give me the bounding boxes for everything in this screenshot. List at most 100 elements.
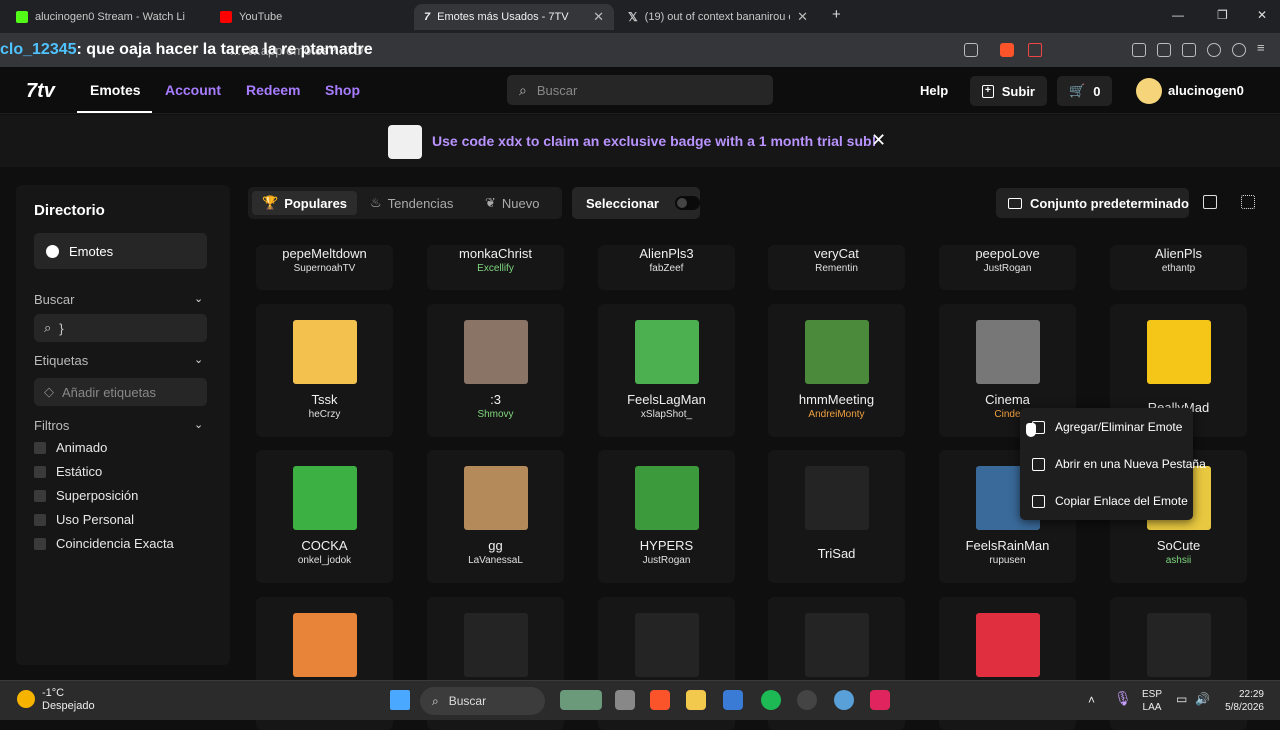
file-explorer-icon[interactable] <box>686 690 706 710</box>
username[interactable]: alucinogen0 <box>1168 83 1244 98</box>
minimize-icon[interactable]: — <box>1172 8 1184 22</box>
microphone-icon[interactable]: 🎙 <box>1114 690 1132 707</box>
filter-overlay[interactable]: Superposición <box>34 488 138 503</box>
emote-image <box>805 466 869 530</box>
language-indicator[interactable]: ESP LAA <box>1142 688 1162 714</box>
weather-moon-icon[interactable] <box>17 690 35 708</box>
tab-new[interactable]: ❦ Nuevo <box>475 191 549 215</box>
tiktok-icon[interactable] <box>870 690 890 710</box>
filter-animated[interactable]: Animado <box>34 440 107 455</box>
maximize-icon[interactable]: ❐ <box>1217 8 1228 22</box>
help-link[interactable]: Help <box>920 83 948 98</box>
emote-card[interactable]: AlienPls3 fabZeef <box>598 245 735 290</box>
brave-rewards-icon[interactable] <box>1028 43 1042 57</box>
tab-x[interactable]: 𝕏 (19) out of context bananirou en X: ✕ <box>618 4 818 30</box>
close-window-icon[interactable]: ✕ <box>1257 8 1267 22</box>
avatar[interactable] <box>1136 78 1162 104</box>
smiley-icon <box>46 244 59 258</box>
emote-card[interactable]: TriSad <box>768 450 905 583</box>
task-view-icon[interactable] <box>615 690 635 710</box>
upload-button[interactable]: + Subir <box>970 76 1047 106</box>
emote-name: pepeMeltdown <box>282 246 367 261</box>
emote-card[interactable]: pepeMeltdown SupernoahTV <box>256 245 393 290</box>
network-icon[interactable]: ▭ <box>1176 692 1187 706</box>
emote-card[interactable]: HYPERS JustRogan <box>598 450 735 583</box>
emote-card[interactable]: AlienPls ethantp <box>1110 245 1247 290</box>
select-toggle-button[interactable]: Seleccionar <box>572 187 700 219</box>
7tv-logo[interactable]: 7tv <box>26 80 55 103</box>
context-menu-open-new-tab[interactable]: Abrir en una Nueva Pestaña <box>1032 457 1206 471</box>
chevron-down-icon[interactable]: ⌄ <box>194 353 203 366</box>
checkbox[interactable] <box>34 441 46 454</box>
large-grid-icon[interactable] <box>1203 195 1217 209</box>
brave-shield-icon[interactable] <box>1000 43 1014 57</box>
small-grid-icon[interactable] <box>1241 195 1255 209</box>
tray-chevron-up-icon[interactable]: ˄ <box>1088 693 1095 707</box>
cart-button[interactable]: 🛒 0 <box>1057 76 1112 106</box>
tab-kick[interactable]: alucinogen0 Stream - Watch Live <box>6 4 206 30</box>
clock[interactable]: 22:29 5/8/2026 <box>1222 688 1264 714</box>
app-icon[interactable] <box>834 690 854 710</box>
search-input[interactable]: ⌕ Buscar <box>507 75 773 105</box>
filter-exact-match[interactable]: Coincidencia Exacta <box>34 536 174 551</box>
x-icon: 𝕏 <box>628 10 638 24</box>
nav-shop[interactable]: Shop <box>325 82 360 98</box>
filter-personal-use[interactable]: Uso Personal <box>34 512 134 527</box>
checkbox[interactable] <box>34 489 46 502</box>
emote-card[interactable]: veryCat Rementin <box>768 245 905 290</box>
search-section-header[interactable]: Buscar <box>34 292 74 307</box>
close-tab-icon[interactable]: ✕ <box>593 9 604 25</box>
taskbar-search[interactable]: ⌕ Buscar <box>420 687 545 715</box>
sidebar-item-emotes[interactable]: Emotes <box>34 233 207 269</box>
emote-card[interactable]: monkaChrist Excellify <box>427 245 564 290</box>
vpn-icon[interactable] <box>1232 43 1246 57</box>
emote-card[interactable]: FeelsLagMan xSlapShot_ <box>598 304 735 437</box>
emote-card[interactable]: gg LaVanessaL <box>427 450 564 583</box>
sidebar-search-input[interactable]: ⌕ } <box>34 314 207 342</box>
sidebar-icon[interactable] <box>1157 43 1171 57</box>
weather-widget[interactable]: -1°C Despejado <box>42 687 95 713</box>
tab-7tv[interactable]: 7 Emotes más Usados - 7TV ✕ <box>414 4 614 30</box>
banner-close-icon[interactable]: ✕ <box>871 130 886 151</box>
wallet-icon[interactable] <box>1182 43 1196 57</box>
close-tab-icon[interactable]: ✕ <box>797 9 808 25</box>
checkbox[interactable] <box>34 513 46 526</box>
emote-card[interactable]: COCKA onkel_jodok <box>256 450 393 583</box>
context-menu-add-remove[interactable]: Agregar/Eliminar Emote <box>1032 420 1182 434</box>
leo-icon[interactable] <box>1207 43 1221 57</box>
chevron-down-icon[interactable]: ⌄ <box>194 418 203 431</box>
filters-section-header[interactable]: Filtros <box>34 418 69 433</box>
chevron-down-icon[interactable]: ⌄ <box>194 292 203 305</box>
checkbox[interactable] <box>34 537 46 550</box>
checkbox[interactable] <box>34 465 46 478</box>
emote-card[interactable]: Tssk heCrzy <box>256 304 393 437</box>
new-tab-button[interactable]: + <box>832 6 841 23</box>
translate-icon[interactable] <box>964 43 978 57</box>
volume-icon[interactable]: 🔊 <box>1195 692 1210 706</box>
filter-label: Uso Personal <box>56 512 135 527</box>
tab-popular[interactable]: 🏆 Populares <box>252 191 358 215</box>
tab-title: YouTube <box>239 11 283 23</box>
default-set-button[interactable]: Conjunto predeterminado <box>996 188 1189 218</box>
tab-youtube[interactable]: YouTube <box>210 4 410 30</box>
tab-trending[interactable]: ♨ Tendencias <box>360 191 463 215</box>
store-icon[interactable] <box>723 690 743 710</box>
nav-redeem[interactable]: Redeem <box>246 82 300 98</box>
nav-emotes[interactable]: Emotes <box>90 82 141 98</box>
emote-card[interactable]: hmmMeeting AndreiMonty <box>768 304 905 437</box>
toggle-switch[interactable] <box>675 196 700 210</box>
obs-icon[interactable] <box>797 690 817 710</box>
emote-card[interactable]: peepoLove JustRogan <box>939 245 1076 290</box>
tags-section-header[interactable]: Etiquetas <box>34 353 88 368</box>
brave-icon[interactable] <box>650 690 670 710</box>
context-menu-copy-link[interactable]: Copiar Enlace del Emote <box>1032 494 1188 508</box>
nav-account[interactable]: Account <box>165 82 221 98</box>
widget-image-icon[interactable] <box>560 690 602 710</box>
menu-icon[interactable]: ≡ <box>1257 40 1271 55</box>
windows-start-icon[interactable] <box>390 690 410 710</box>
tags-input[interactable]: ◇ Añadir etiquetas <box>34 378 207 406</box>
filter-static[interactable]: Estático <box>34 464 102 479</box>
emote-card[interactable]: :3 Shmovy <box>427 304 564 437</box>
extensions-icon[interactable] <box>1132 43 1146 57</box>
spotify-icon[interactable] <box>761 690 781 710</box>
